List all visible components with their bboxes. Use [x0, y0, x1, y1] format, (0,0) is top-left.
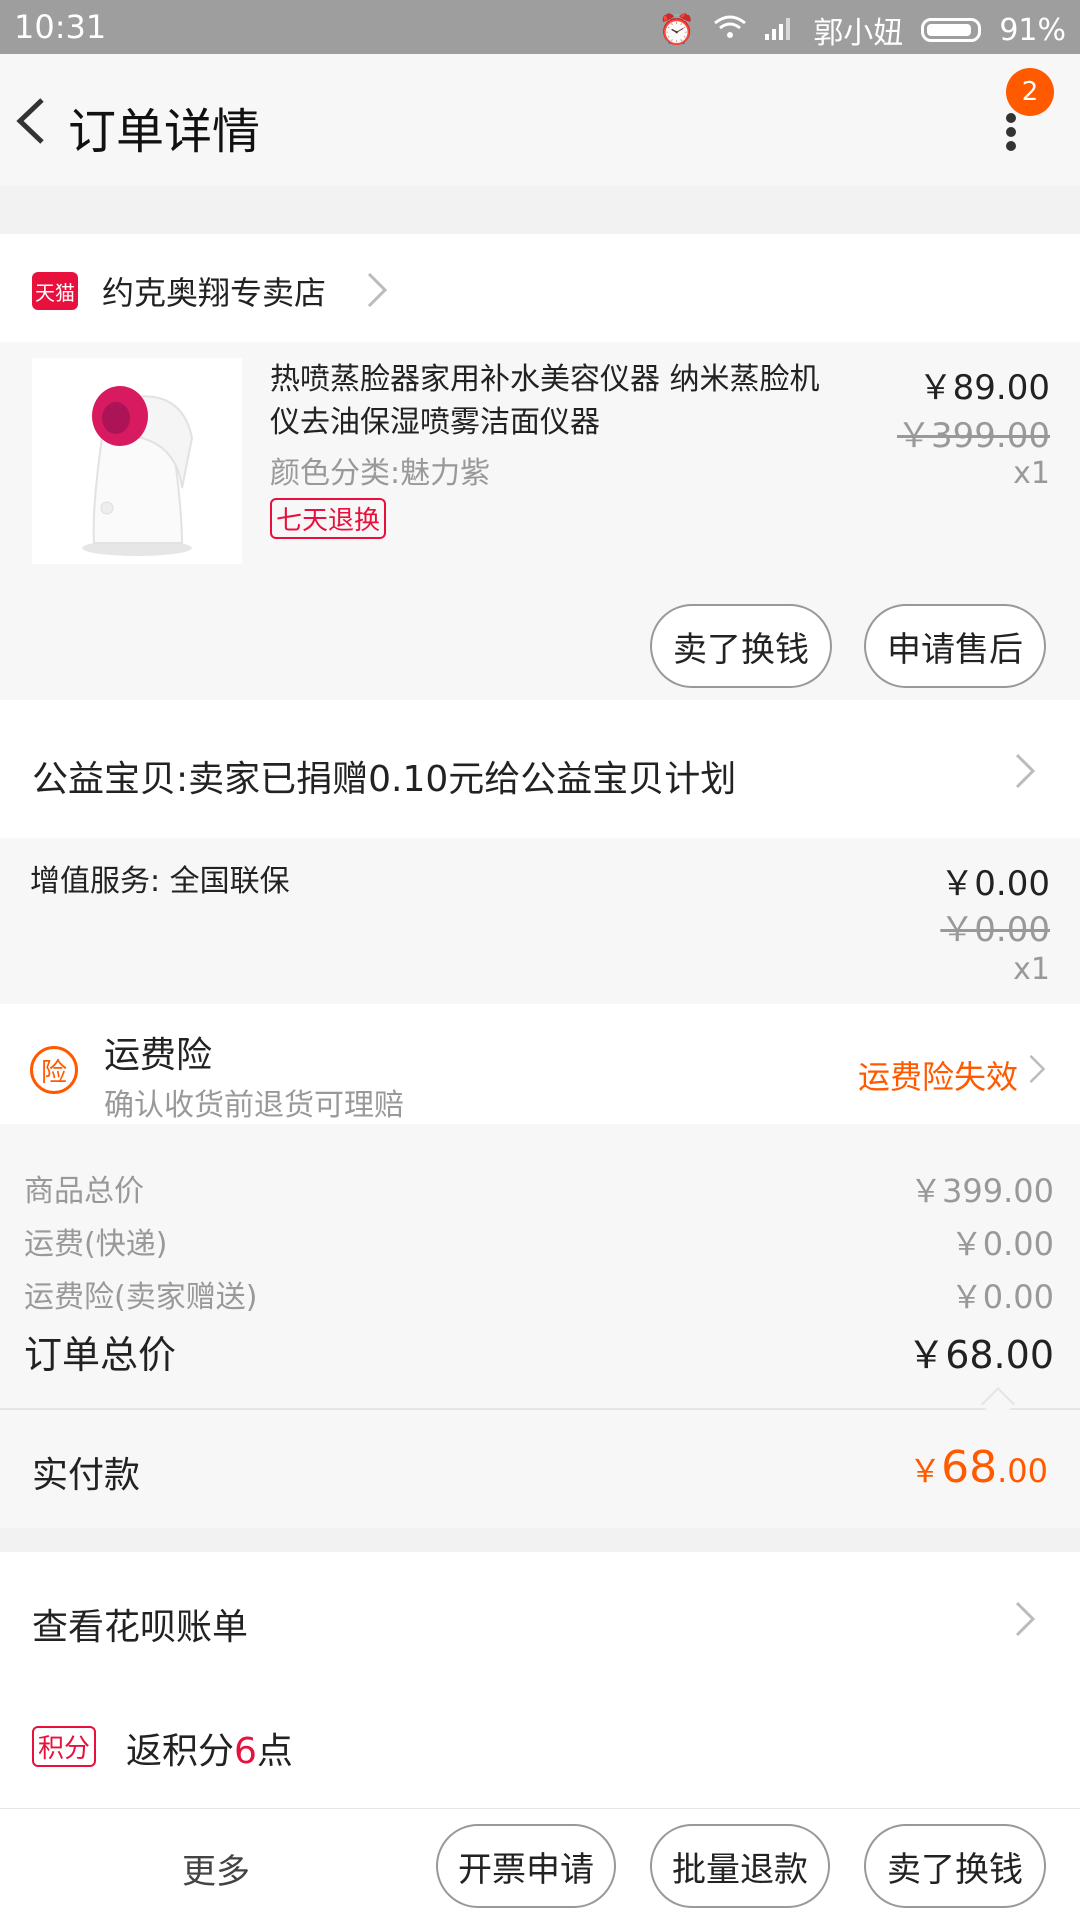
more-icon[interactable] — [1004, 112, 1018, 152]
status-bar: 10:31 ⏰ 郭小妞 91% — [0, 0, 1080, 54]
charity-chevron-icon — [1014, 752, 1036, 790]
freight-insurance-desc: 确认收货前退货可理赔 — [104, 1088, 404, 1123]
insurance-icon: 险 — [30, 1046, 78, 1094]
status-right: ⏰ 郭小妞 91% — [658, 8, 1066, 52]
sell-for-cash-bottom-button[interactable]: 卖了换钱 — [864, 1824, 1046, 1908]
summary-label: 运费(快递) — [24, 1227, 168, 1262]
order-total-value: ￥68.00 — [907, 1333, 1054, 1377]
alarm-icon: ⏰ — [657, 12, 696, 48]
more-link[interactable]: 更多 — [182, 1844, 250, 1893]
summary-value: ￥0.00 — [950, 1278, 1054, 1316]
points-text: 返积分6点 — [126, 1722, 293, 1774]
product-image[interactable] — [32, 358, 242, 564]
signal-icon — [765, 13, 795, 48]
product-title[interactable]: 热喷蒸脸器家用补水美容仪器 纳米蒸脸机仪去油保湿喷雾洁面仪器 — [270, 358, 830, 444]
summary-value: ￥0.00 — [950, 1225, 1054, 1263]
page-title: 订单详情 — [68, 104, 261, 160]
carrier-name: 郭小妞 — [813, 16, 904, 51]
bulk-refund-button[interactable]: 批量退款 — [650, 1824, 830, 1908]
paid-amount-dec: .00 — [997, 1452, 1048, 1490]
paid-amount-int: 68 — [941, 1442, 998, 1493]
notification-badge: 2 — [1006, 68, 1054, 116]
freight-insurance-status[interactable]: 运费险失效 — [858, 1052, 1018, 1098]
return-policy-tag: 七天退换 — [270, 498, 387, 539]
product-price: ￥89.00 — [918, 368, 1050, 408]
value-added-quantity: x1 — [1013, 952, 1050, 987]
value-added-original-price: ￥0.00 — [940, 910, 1050, 950]
value-added-label: 增值服务: 全国联保 — [30, 864, 290, 899]
product-quantity: x1 — [1013, 456, 1050, 491]
sell-for-cash-button[interactable]: 卖了换钱 — [650, 604, 832, 688]
points-tag: 积分 — [32, 1726, 97, 1767]
tmall-icon: 天猫 — [32, 272, 78, 310]
summary-label: 商品总价 — [24, 1174, 144, 1209]
product-spec: 颜色分类:魅力紫 — [270, 456, 491, 491]
product-original-price: ￥399.00 — [897, 416, 1050, 456]
value-added-price: ￥0.00 — [940, 864, 1050, 904]
battery-level: 91% — [999, 12, 1066, 48]
paid-currency: ￥ — [909, 1452, 942, 1490]
paid-amount: ￥68.00 — [909, 1442, 1048, 1493]
points-prefix: 返积分 — [126, 1731, 235, 1772]
back-icon[interactable] — [12, 96, 52, 144]
points-suffix: 点 — [256, 1731, 293, 1772]
huabei-chevron-icon — [1014, 1600, 1036, 1638]
store-chevron-icon — [366, 271, 388, 309]
wifi-icon — [713, 13, 747, 48]
store-name[interactable]: 约克奥翔专卖店 — [102, 268, 326, 314]
paid-label: 实付款 — [32, 1455, 141, 1496]
status-time: 10:31 — [14, 8, 107, 46]
freight-insurance-title: 运费险 — [104, 1035, 213, 1076]
summary-label: 运费险(卖家赠送) — [24, 1280, 258, 1315]
points-value: 6 — [234, 1731, 257, 1772]
after-sale-button[interactable]: 申请售后 — [864, 604, 1046, 688]
freight-chevron-icon — [1028, 1052, 1046, 1086]
order-total-label: 订单总价 — [24, 1333, 177, 1377]
huabei-bill-text: 查看花呗账单 — [32, 1607, 249, 1648]
invoice-request-button[interactable]: 开票申请 — [436, 1824, 616, 1908]
summary-value: ￥399.00 — [910, 1172, 1054, 1210]
battery-icon — [921, 18, 982, 42]
charity-text: 公益宝贝:卖家已捐赠0.10元给公益宝贝计划 — [32, 759, 737, 800]
